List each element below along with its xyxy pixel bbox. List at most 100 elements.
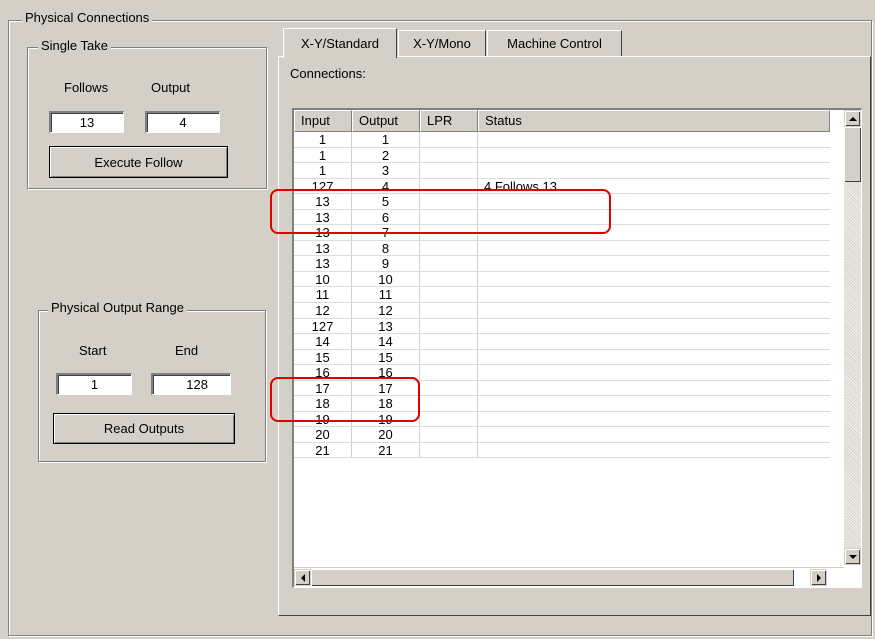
cell-lpr <box>420 147 478 163</box>
cell-status <box>478 443 830 458</box>
table-row[interactable]: 15 15 <box>294 349 830 366</box>
connections-table[interactable]: Input Output LPR Status 1 1 1 2 1 3 127 4 4 Foll… <box>292 108 862 588</box>
cell-output: 11 <box>352 287 420 303</box>
tab-xy-standard[interactable]: X-Y/Standard <box>283 28 397 58</box>
arrow-left-icon <box>300 573 305 582</box>
start-input[interactable]: 1 <box>56 373 132 395</box>
vertical-scroll-thumb[interactable] <box>844 127 861 182</box>
cell-status <box>478 132 830 147</box>
cell-lpr <box>420 427 478 442</box>
scroll-up-button[interactable] <box>844 110 861 127</box>
horizontal-scrollbar[interactable] <box>294 567 844 587</box>
cell-input: 20 <box>294 427 352 442</box>
table-row[interactable]: 21 21 <box>294 442 830 459</box>
cell-status <box>478 272 830 287</box>
cell-status <box>478 256 830 271</box>
cell-lpr <box>420 334 478 349</box>
cell-status <box>478 412 830 427</box>
table-row[interactable]: 13 <box>294 163 830 179</box>
read-outputs-button[interactable]: Read Outputs <box>53 413 235 444</box>
cell-input: 14 <box>294 334 352 349</box>
cell-status <box>478 287 830 302</box>
cell-output: 1 <box>352 132 420 147</box>
start-label: Start <box>79 343 107 358</box>
cell-input: 1 <box>294 132 352 147</box>
scroll-down-button[interactable] <box>844 548 861 565</box>
column-header-status[interactable]: Status <box>478 110 830 132</box>
table-row[interactable]: 12 <box>294 147 830 164</box>
cell-input: 21 <box>294 442 352 458</box>
follows-label: Follows <box>64 80 109 95</box>
cell-output: 13 <box>352 318 420 334</box>
cell-output: 14 <box>352 334 420 349</box>
cell-lpr <box>420 318 478 334</box>
scroll-left-button[interactable] <box>294 569 311 586</box>
cell-input: 13 <box>294 240 352 256</box>
table-row[interactable]: 14 14 <box>294 334 830 350</box>
table-row[interactable]: 11 <box>294 132 830 148</box>
table-row[interactable]: 12 12 <box>294 303 830 319</box>
cell-lpr <box>420 240 478 256</box>
connections-label: Connections: <box>290 66 366 81</box>
table-row[interactable]: 10 10 <box>294 271 830 288</box>
cell-output: 15 <box>352 349 420 365</box>
cell-input: 1 <box>294 147 352 163</box>
highlight-row-127-4 <box>270 189 611 234</box>
horizontal-scroll-thumb[interactable] <box>311 569 794 586</box>
arrow-down-icon <box>848 554 857 559</box>
cell-output: 10 <box>352 271 420 287</box>
cell-status <box>478 319 830 334</box>
cell-lpr <box>420 287 478 303</box>
scroll-right-button[interactable] <box>810 569 827 586</box>
cell-input: 15 <box>294 349 352 365</box>
cell-input: 12 <box>294 303 352 318</box>
cell-status <box>478 427 830 442</box>
cell-lpr <box>420 271 478 287</box>
execute-follow-button[interactable]: Execute Follow <box>49 146 228 178</box>
arrow-up-icon <box>848 116 857 121</box>
cell-status <box>478 148 830 163</box>
cell-lpr <box>420 349 478 365</box>
column-header-input[interactable]: Input <box>294 110 352 132</box>
output-label: Output <box>151 80 191 95</box>
highlight-row-127-13 <box>270 377 420 422</box>
table-row[interactable]: 20 20 <box>294 427 830 443</box>
cell-output: 12 <box>352 303 420 318</box>
column-header-lpr[interactable]: LPR <box>420 110 478 132</box>
cell-lpr <box>420 365 478 380</box>
cell-status <box>478 163 830 178</box>
tab-xy-mono[interactable]: X-Y/Mono <box>398 30 486 56</box>
arrow-right-icon <box>816 573 821 582</box>
table-row[interactable]: 11 11 <box>294 287 830 304</box>
single-take-title: Single Take <box>38 39 111 53</box>
output-input[interactable]: 4 <box>145 111 220 133</box>
table-row[interactable]: 127 13 <box>294 318 830 335</box>
end-input[interactable]: 128 <box>151 373 231 395</box>
cell-lpr <box>420 303 478 318</box>
cell-status <box>478 396 830 411</box>
cell-lpr <box>420 163 478 178</box>
cell-lpr <box>420 380 478 396</box>
table-row[interactable]: 13 9 <box>294 256 830 272</box>
follows-input[interactable]: 13 <box>49 111 124 133</box>
cell-input: 11 <box>294 287 352 303</box>
column-header-output[interactable]: Output <box>352 110 420 132</box>
cell-output: 8 <box>352 240 420 256</box>
cell-input: 1 <box>294 163 352 178</box>
cell-input: 13 <box>294 256 352 271</box>
vertical-scrollbar[interactable] <box>844 110 861 565</box>
physical-connections-title: Physical Connections <box>22 11 153 25</box>
cell-output: 9 <box>352 256 420 271</box>
cell-lpr <box>420 256 478 271</box>
cell-output: 3 <box>352 163 420 178</box>
cell-lpr <box>420 132 478 147</box>
cell-status <box>478 334 830 349</box>
tab-machine-control[interactable]: Machine Control <box>487 30 622 56</box>
cell-output: 2 <box>352 147 420 163</box>
cell-lpr <box>420 442 478 458</box>
cell-input: 127 <box>294 318 352 334</box>
cell-output: 21 <box>352 442 420 458</box>
physical-output-range-title: Physical Output Range <box>48 301 187 315</box>
cell-input: 10 <box>294 271 352 287</box>
table-row[interactable]: 13 8 <box>294 240 830 257</box>
